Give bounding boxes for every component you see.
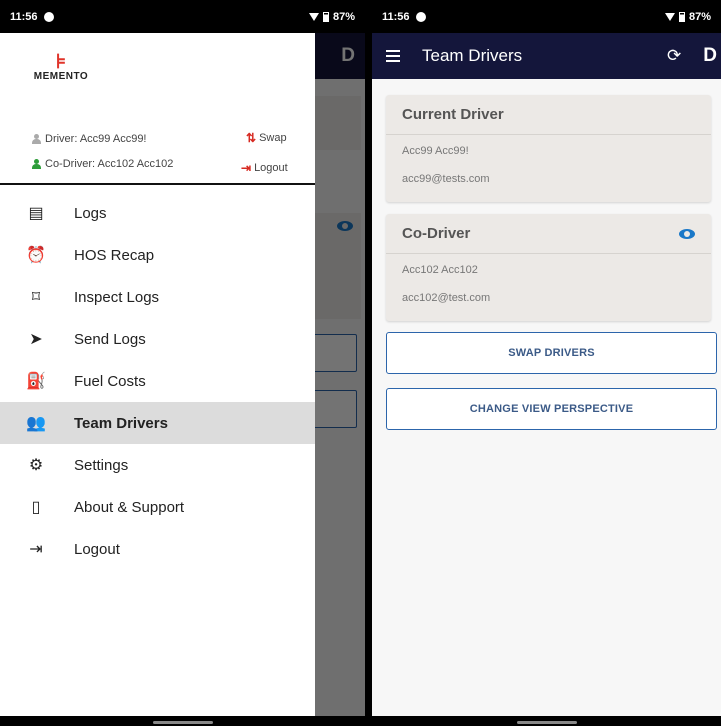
codriver-label: Co-Driver: Acc102 Acc102: [45, 158, 174, 170]
swap-link[interactable]: ⇅ Swap: [246, 131, 287, 145]
menu-item-label: Settings: [74, 456, 129, 474]
logout-link[interactable]: ⇥ Logout: [241, 161, 288, 175]
refresh-icon[interactable]: ⟳: [667, 46, 681, 66]
memento-logo-mark: ⊧: [55, 51, 67, 73]
menu-item-label: Logs: [74, 204, 107, 222]
navigation-drawer: ⊧ MEMENTO Driver: Acc99 Acc99! Co-Driver…: [0, 33, 315, 716]
battery-percent: 87%: [688, 10, 711, 23]
wifi-icon: [308, 12, 319, 21]
codriver-person-icon: [32, 159, 41, 169]
co-driver-email: acc102@test.com: [402, 292, 491, 304]
logout-top-label: Logout: [254, 162, 288, 174]
menu-item-label: Inspect Logs: [74, 288, 160, 306]
wifi-icon: [664, 12, 675, 21]
current-driver-header: Current Driver: [386, 95, 711, 135]
notification-icon: [415, 11, 426, 22]
change-view-perspective-button[interactable]: CHANGE VIEW PERSPECTIVE: [386, 388, 717, 430]
memento-logo: ⊧ MEMENTO: [26, 51, 96, 82]
menu-item-fuel-costs[interactable]: ⛽ Fuel Costs: [0, 360, 315, 402]
driver-label: Driver: Acc99 Acc99!: [45, 133, 147, 145]
notification-icon: [43, 11, 54, 22]
status-time: 11:56: [10, 10, 38, 23]
menu-item-label: Team Drivers: [74, 414, 168, 432]
menu-item-hos-recap[interactable]: ⏰ HOS Recap: [0, 234, 315, 276]
inspect-icon: ⌑: [31, 289, 41, 306]
team-icon: 👥: [26, 415, 46, 432]
fuel-icon: ⛽: [26, 373, 46, 390]
drawer-menu: ▤ Logs ⏰ HOS Recap ⌑ Inspect Logs ➤ Send…: [0, 192, 315, 570]
current-driver-name: Acc99 Acc99!: [402, 145, 469, 157]
logout-icon: ⇥: [241, 161, 252, 175]
menu-item-label: HOS Recap: [74, 246, 155, 264]
swap-icon: ⇅: [246, 131, 257, 145]
swap-drivers-button[interactable]: SWAP DRIVERS: [386, 332, 717, 374]
left-phone-screen: 11:56 87% D ⊧ MEMENTO Driver: Acc99 Acc9…: [0, 0, 365, 726]
menu-item-settings[interactable]: ⚙ Settings: [0, 444, 315, 486]
home-pill[interactable]: [516, 721, 577, 724]
menu-item-label: About & Support: [74, 498, 185, 516]
send-icon: ➤: [29, 331, 43, 348]
status-bar: 11:56 87%: [372, 0, 721, 33]
menu-item-logout[interactable]: ⇥ Logout: [0, 528, 315, 570]
status-bar: 11:56 87%: [0, 0, 365, 33]
logout-icon: ⇥: [29, 541, 43, 558]
right-phone-screen: 11:56 87% Team Drivers ⟳ D Current Drive…: [372, 0, 721, 726]
system-nav-bar: [372, 716, 721, 726]
page-title: Team Drivers: [422, 46, 523, 65]
current-driver-email: acc99@tests.com: [402, 173, 490, 185]
menu-item-label: Logout: [74, 540, 120, 558]
appbar-letter: D: [703, 45, 717, 66]
menu-icon[interactable]: [386, 47, 400, 65]
home-pill[interactable]: [152, 721, 213, 724]
app-bar: Team Drivers ⟳ D: [372, 33, 721, 79]
gear-icon: ⚙: [28, 457, 44, 474]
eye-icon[interactable]: [679, 228, 695, 239]
alarm-clock-icon: ⏰: [26, 247, 46, 264]
menu-item-label: Send Logs: [74, 330, 146, 348]
menu-item-team-drivers[interactable]: 👥 Team Drivers: [0, 402, 315, 444]
current-driver-card: Current Driver Acc99 Acc99! acc99@tests.…: [386, 95, 711, 202]
battery-icon: [678, 11, 685, 22]
system-nav-bar: [0, 716, 365, 726]
battery-percent: 87%: [332, 10, 355, 23]
codriver-row: Co-Driver: Acc102 Acc102: [32, 158, 173, 170]
drawer-divider: [0, 183, 315, 185]
list-icon: ▤: [28, 205, 44, 222]
card-title: Co-Driver: [402, 225, 471, 242]
co-driver-card: Co-Driver Acc102 Acc102 acc102@test.com: [386, 214, 711, 321]
driver-row: Driver: Acc99 Acc99!: [32, 133, 147, 145]
status-time: 11:56: [382, 10, 410, 23]
card-title: Current Driver: [402, 106, 504, 123]
swap-label: Swap: [259, 132, 287, 144]
co-driver-header: Co-Driver: [386, 214, 711, 254]
menu-item-send-logs[interactable]: ➤ Send Logs: [0, 318, 315, 360]
menu-item-logs[interactable]: ▤ Logs: [0, 192, 315, 234]
menu-item-inspect-logs[interactable]: ⌑ Inspect Logs: [0, 276, 315, 318]
battery-icon: [322, 11, 329, 22]
logo-text: MEMENTO: [33, 71, 89, 82]
phone-icon: ▯: [31, 499, 41, 516]
co-driver-name: Acc102 Acc102: [402, 264, 478, 276]
menu-item-label: Fuel Costs: [74, 372, 146, 390]
menu-item-about-support[interactable]: ▯ About & Support: [0, 486, 315, 528]
driver-person-icon: [32, 134, 41, 144]
